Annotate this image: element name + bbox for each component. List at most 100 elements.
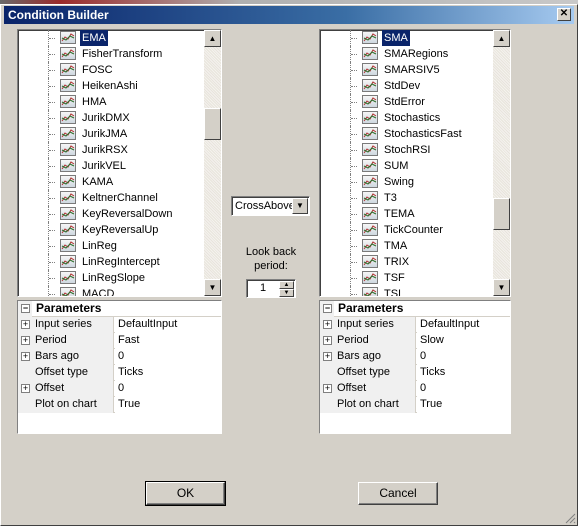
list-item[interactable]: TSF	[320, 270, 493, 286]
parameter-value[interactable]: 0	[417, 381, 510, 397]
ok-button[interactable]: OK	[145, 481, 226, 506]
cancel-button[interactable]: Cancel	[358, 482, 438, 505]
list-item[interactable]: EMA	[18, 30, 204, 46]
plus-icon[interactable]: +	[21, 352, 30, 361]
left-list-scroll-thumb[interactable]	[204, 108, 221, 140]
parameter-value[interactable]: Ticks	[115, 365, 221, 381]
parameter-row[interactable]: + Bars ago 0	[320, 349, 510, 365]
left-list-scroll-down-button[interactable]: ▼	[204, 279, 221, 296]
list-item[interactable]: T3	[320, 190, 493, 206]
list-item[interactable]: StdError	[320, 94, 493, 110]
parameter-value[interactable]: Fast	[115, 333, 221, 349]
title-bar[interactable]: Condition Builder ✕	[4, 6, 574, 24]
list-item[interactable]: HMA	[18, 94, 204, 110]
right-list-scroll-up-button[interactable]: ▲	[493, 30, 510, 47]
list-item[interactable]: KAMA	[18, 174, 204, 190]
list-item-label: StochRSI	[384, 144, 431, 156]
list-item[interactable]: SUM	[320, 158, 493, 174]
plus-icon[interactable]: +	[323, 384, 332, 393]
parameter-value[interactable]: True	[115, 397, 221, 413]
list-item[interactable]: MACD	[18, 286, 204, 296]
parameter-value[interactable]: 0	[417, 349, 510, 365]
list-item[interactable]: FOSC	[18, 62, 204, 78]
list-item[interactable]: LinRegSlope	[18, 270, 204, 286]
parameter-row[interactable]: + Period Slow	[320, 333, 510, 349]
parameter-row[interactable]: Offset type Ticks	[18, 365, 221, 381]
parameter-row[interactable]: + Offset 0	[320, 381, 510, 397]
list-item[interactable]: StochRSI	[320, 142, 493, 158]
indicator-chart-icon	[60, 191, 76, 204]
minus-icon[interactable]: −	[323, 304, 332, 313]
lookback-value[interactable]: 1	[247, 282, 279, 294]
operator-dropdown-button[interactable]: ▼	[292, 198, 308, 214]
lookback-spinner[interactable]: 1 ▲ ▼	[246, 279, 296, 298]
left-list-scroll-up-button[interactable]: ▲	[204, 30, 221, 47]
right-list-scroll-down-button[interactable]: ▼	[493, 279, 510, 296]
close-button[interactable]: ✕	[557, 8, 571, 21]
spinner-up-button[interactable]: ▲	[279, 281, 294, 289]
list-item[interactable]: TMA	[320, 238, 493, 254]
left-indicator-list[interactable]: EMA FisherTransform FOSC HeikenAshi HMA Jurik…	[17, 29, 222, 297]
indicator-chart-icon	[362, 95, 378, 108]
list-item[interactable]: KeyReversalUp	[18, 222, 204, 238]
parameter-value[interactable]: Ticks	[417, 365, 510, 381]
left-list-scrollbar[interactable]: ▲ ▼	[204, 30, 221, 296]
parameter-value[interactable]: DefaultInput	[115, 317, 221, 333]
parameter-row[interactable]: Plot on chart True	[320, 397, 510, 413]
list-item[interactable]: SMARegions	[320, 46, 493, 62]
list-item[interactable]: LinReg	[18, 238, 204, 254]
list-item[interactable]: Swing	[320, 174, 493, 190]
parameter-row[interactable]: + Period Fast	[18, 333, 221, 349]
parameter-row[interactable]: + Bars ago 0	[18, 349, 221, 365]
list-item[interactable]: TSI	[320, 286, 493, 296]
list-item[interactable]: LinRegIntercept	[18, 254, 204, 270]
list-item[interactable]: TRIX	[320, 254, 493, 270]
spinner-down-button[interactable]: ▼	[279, 289, 294, 297]
grid-gutter: +	[18, 349, 32, 365]
parameter-value[interactable]: True	[417, 397, 510, 413]
list-item[interactable]: StdDev	[320, 78, 493, 94]
parameter-row[interactable]: + Input series DefaultInput	[320, 317, 510, 333]
list-item[interactable]: JurikJMA	[18, 126, 204, 142]
plus-icon[interactable]: +	[21, 320, 30, 329]
parameter-row[interactable]: + Input series DefaultInput	[18, 317, 221, 333]
grid-gutter: +	[18, 381, 32, 397]
parameter-value[interactable]: 0	[115, 349, 221, 365]
resize-grip-icon[interactable]	[564, 512, 576, 524]
list-item[interactable]: HeikenAshi	[18, 78, 204, 94]
left-parameters-header[interactable]: − Parameters	[18, 301, 221, 317]
list-item[interactable]: JurikVEL	[18, 158, 204, 174]
right-indicator-list[interactable]: SMA SMARegions SMARSIV5 StdDev StdError Stoch…	[319, 29, 511, 297]
minus-icon[interactable]: −	[21, 304, 30, 313]
operator-dropdown[interactable]: CrossAbove ▼	[231, 196, 310, 216]
parameter-value[interactable]: Slow	[417, 333, 510, 349]
plus-icon[interactable]: +	[323, 352, 332, 361]
list-item[interactable]: KeltnerChannel	[18, 190, 204, 206]
lookback-label: Look back period:	[245, 246, 297, 272]
parameter-value[interactable]: DefaultInput	[417, 317, 510, 333]
plus-icon[interactable]: +	[21, 384, 30, 393]
list-item-label: FisherTransform	[82, 48, 163, 60]
list-item[interactable]: SMA	[320, 30, 493, 46]
list-item[interactable]: Stochastics	[320, 110, 493, 126]
parameter-value[interactable]: 0	[115, 381, 221, 397]
list-item[interactable]: JurikRSX	[18, 142, 204, 158]
right-parameters-header[interactable]: − Parameters	[320, 301, 510, 317]
plus-icon[interactable]: +	[21, 336, 30, 345]
parameter-row[interactable]: Plot on chart True	[18, 397, 221, 413]
list-item[interactable]: SMARSIV5	[320, 62, 493, 78]
plus-icon[interactable]: +	[323, 336, 332, 345]
list-item[interactable]: KeyReversalDown	[18, 206, 204, 222]
list-item[interactable]: TEMA	[320, 206, 493, 222]
tree-connector	[49, 262, 55, 263]
parameter-row[interactable]: Offset type Ticks	[320, 365, 510, 381]
list-item[interactable]: FisherTransform	[18, 46, 204, 62]
parameter-row[interactable]: + Offset 0	[18, 381, 221, 397]
list-item[interactable]: TickCounter	[320, 222, 493, 238]
tree-connector	[49, 294, 55, 295]
right-list-scrollbar[interactable]: ▲ ▼	[493, 30, 510, 296]
plus-icon[interactable]: +	[323, 320, 332, 329]
list-item[interactable]: StochasticsFast	[320, 126, 493, 142]
list-item[interactable]: JurikDMX	[18, 110, 204, 126]
right-list-scroll-thumb[interactable]	[493, 198, 510, 230]
